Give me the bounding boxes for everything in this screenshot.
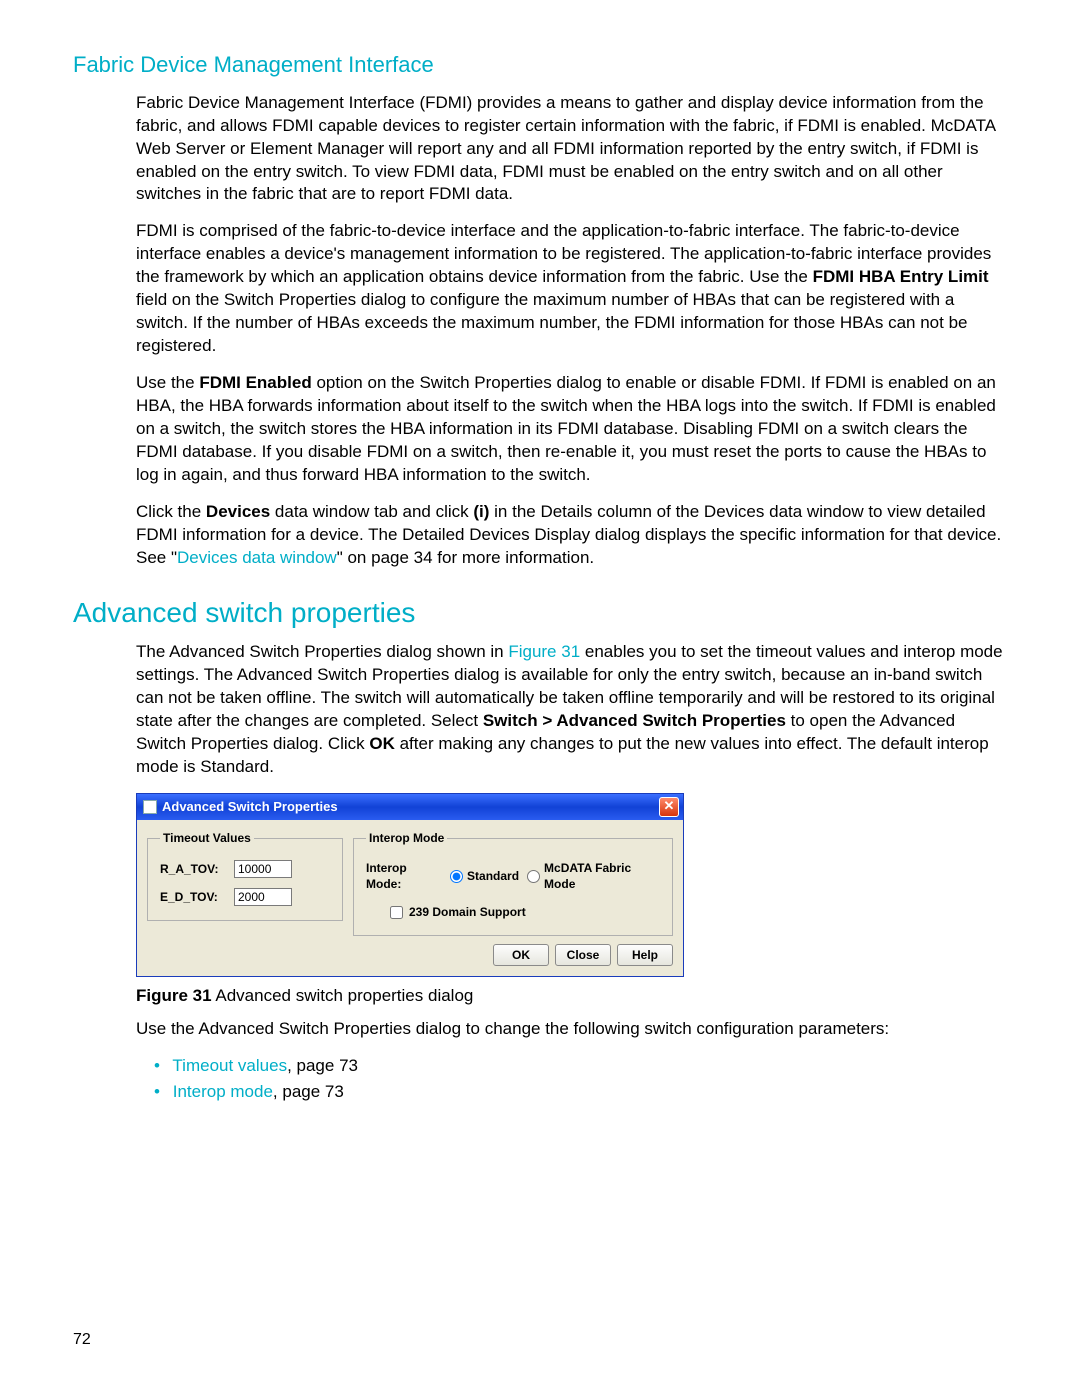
help-button[interactable]: Help	[617, 944, 673, 966]
text: Use the	[136, 373, 199, 392]
label-ra-tov: R_A_TOV:	[160, 861, 224, 877]
para-adv-1: The Advanced Switch Properties dialog sh…	[136, 641, 1007, 779]
checkbox-239-label: 239 Domain Support	[409, 904, 526, 920]
figure-title: Advanced switch properties dialog	[212, 986, 474, 1005]
ok-button[interactable]: OK	[493, 944, 549, 966]
advanced-switch-properties-dialog: Advanced Switch Properties ✕ Timeout Val…	[136, 793, 684, 977]
bold-switch-menu: Switch > Advanced Switch Properties	[483, 711, 786, 730]
text: Click the	[136, 502, 206, 521]
bold-devices: Devices	[206, 502, 270, 521]
link-devices-data-window[interactable]: Devices data window	[177, 548, 337, 567]
section-heading-fdmi: Fabric Device Management Interface	[73, 50, 1007, 80]
bullet-list: Timeout values, page 73 Interop mode, pa…	[154, 1055, 1007, 1105]
input-ra-tov[interactable]	[234, 860, 292, 878]
close-button[interactable]: Close	[555, 944, 611, 966]
checkbox-239-domain[interactable]	[390, 906, 403, 919]
group-timeout-values: Timeout Values R_A_TOV: E_D_TOV:	[147, 830, 343, 921]
close-icon[interactable]: ✕	[659, 797, 679, 817]
radio-standard-label: Standard	[467, 868, 519, 884]
para-fdmi-1: Fabric Device Management Interface (FDMI…	[136, 92, 1007, 207]
figure-number: Figure 31	[136, 986, 212, 1005]
para-fdmi-3: Use the FDMI Enabled option on the Switc…	[136, 372, 1007, 487]
link-figure-31[interactable]: Figure 31	[508, 642, 580, 661]
para-fdmi-2: FDMI is comprised of the fabric-to-devic…	[136, 220, 1007, 358]
section-heading-advanced: Advanced switch properties	[73, 594, 1007, 632]
window-icon	[143, 800, 157, 814]
link-timeout-values[interactable]: Timeout values	[172, 1056, 287, 1075]
dialog-titlebar: Advanced Switch Properties ✕	[137, 794, 683, 820]
bold-i: (i)	[473, 502, 489, 521]
para-fdmi-4: Click the Devices data window tab and cl…	[136, 501, 1007, 570]
text: field on the Switch Properties dialog to…	[136, 290, 967, 355]
dialog-title: Advanced Switch Properties	[162, 798, 338, 816]
input-ed-tov[interactable]	[234, 888, 292, 906]
text: The Advanced Switch Properties dialog sh…	[136, 642, 508, 661]
text: data window tab and click	[270, 502, 473, 521]
label-interop-mode: Interop Mode:	[366, 860, 442, 892]
text: , page 73	[287, 1056, 358, 1075]
link-interop-mode[interactable]: Interop mode	[173, 1082, 273, 1101]
radio-mcdata-label: McDATA Fabric Mode	[544, 860, 660, 892]
bold-ok: OK	[369, 734, 395, 753]
bold-fdmi-hba: FDMI HBA Entry Limit	[813, 267, 989, 286]
list-item: Timeout values, page 73	[154, 1055, 1007, 1078]
bold-fdmi-enabled: FDMI Enabled	[199, 373, 311, 392]
radio-mcdata[interactable]	[527, 870, 540, 883]
list-item: Interop mode, page 73	[154, 1081, 1007, 1104]
text: , page 73	[273, 1082, 344, 1101]
legend-timeout: Timeout Values	[160, 830, 254, 846]
figure-caption: Figure 31 Advanced switch properties dia…	[136, 985, 1007, 1008]
text: " on page 34 for more information.	[337, 548, 594, 567]
page-number: 72	[73, 1329, 91, 1351]
dialog-screenshot: Advanced Switch Properties ✕ Timeout Val…	[136, 793, 684, 977]
legend-interop: Interop Mode	[366, 830, 447, 846]
para-adv-after: Use the Advanced Switch Properties dialo…	[136, 1018, 1007, 1041]
radio-standard[interactable]	[450, 870, 463, 883]
label-ed-tov: E_D_TOV:	[160, 889, 224, 905]
group-interop-mode: Interop Mode Interop Mode: Standard McDA…	[353, 830, 673, 936]
